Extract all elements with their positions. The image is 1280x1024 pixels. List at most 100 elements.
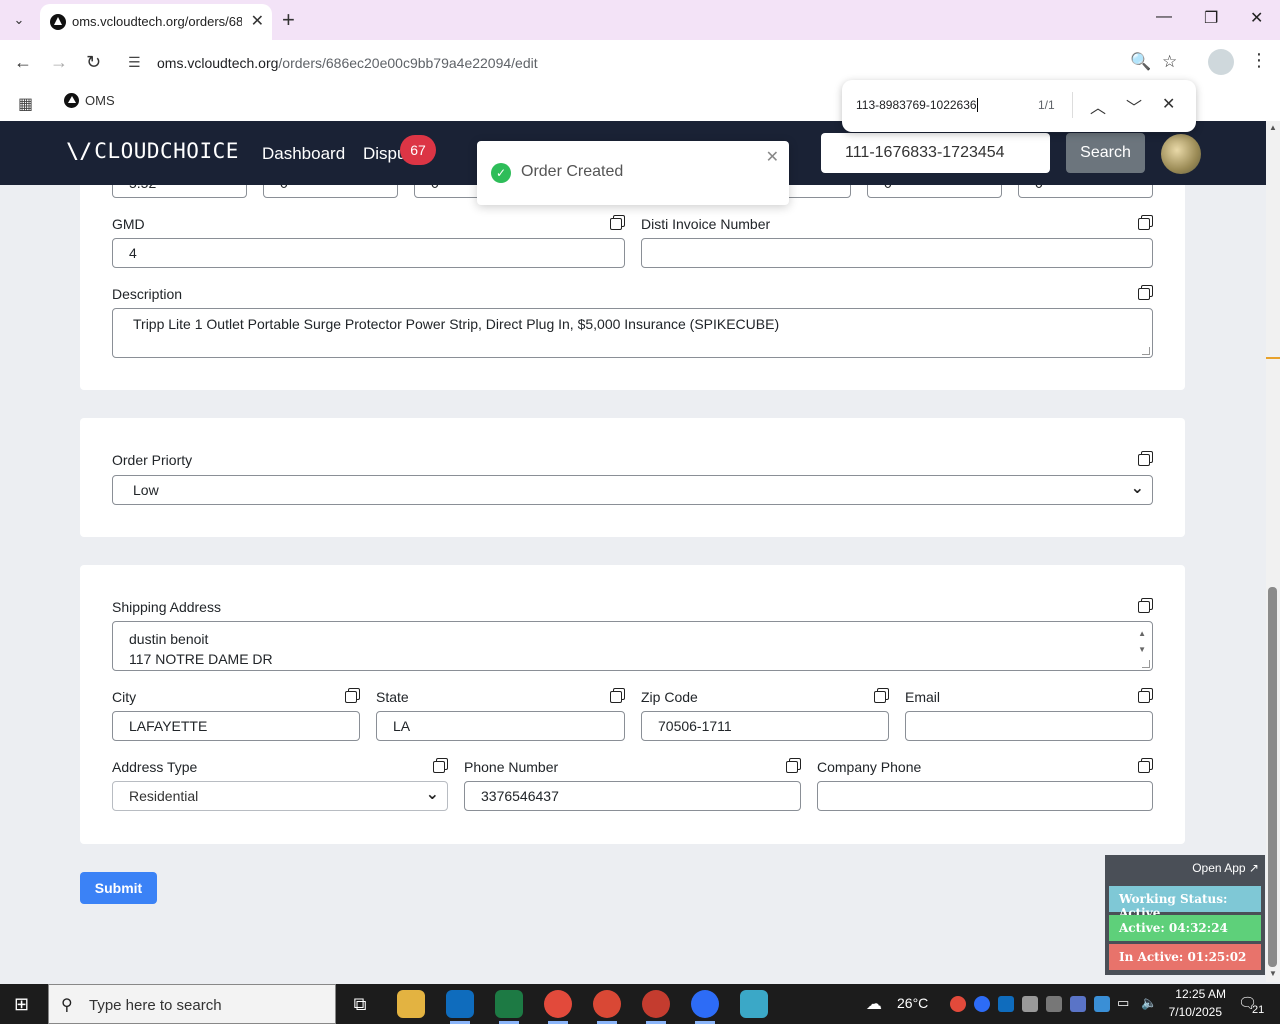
header-search-button[interactable]: Search [1066,133,1145,173]
description-label: Description [112,286,183,302]
clock-time[interactable]: 12:25 AM [1170,987,1226,1001]
copy-company-phone-icon[interactable] [1138,758,1153,773]
oms-favicon-icon [50,14,66,30]
site-info-icon[interactable]: ☰ [128,54,141,71]
find-input[interactable]: 113-8983769-1022636 [856,98,978,112]
windows-taskbar: ⊞ ⚲ Type here to search ⧉ ☁ 26°C ▭ 🔈 12:… [0,984,1280,1024]
back-arrow-icon[interactable]: ← [14,52,32,73]
weather-icon[interactable]: ☁ [866,994,882,1014]
description-textarea[interactable]: Tripp Lite 1 Outlet Portable Surge Prote… [112,308,1153,358]
outlook-icon[interactable] [446,990,474,1024]
find-count: 1/1 [1038,98,1055,112]
city-label: City [112,689,137,705]
user-avatar[interactable] [1161,134,1201,174]
tray-outlook-icon[interactable] [998,996,1014,1012]
inactive-time-row: In Active: 01:25:02 [1109,944,1261,970]
wifi-icon[interactable]: ▭ [1117,995,1129,1011]
volume-icon[interactable]: 🔈 [1141,995,1157,1011]
header-search-input[interactable]: 111-1676833-1723454 [821,133,1050,173]
address-type-select[interactable]: Residential [112,781,448,811]
disti-invoice-input[interactable] [641,238,1153,268]
city-input[interactable]: LAFAYETTE [112,711,360,741]
open-app-link[interactable]: Open App ↗ [1192,861,1259,875]
company-phone-label: Company Phone [817,759,922,775]
bookmark-oms[interactable]: OMS [64,93,115,108]
copy-state-icon[interactable] [610,688,625,703]
clock-date[interactable]: 7/10/2025 [1162,1005,1222,1019]
copy-email-icon[interactable] [1138,688,1153,703]
company-phone-input[interactable] [817,781,1153,811]
restore-icon[interactable]: ❐ [1204,8,1218,28]
oms-bookmark-icon [64,93,79,108]
weather-temperature[interactable]: 26°C [897,995,928,1011]
new-tab-button[interactable]: + [282,7,295,33]
scrollbar-thumb[interactable] [1268,587,1277,967]
scroll-up-icon[interactable]: ▲ [1269,123,1277,132]
find-divider [1072,92,1073,118]
copy-disti-invoice-icon[interactable] [1138,215,1153,230]
copy-zip-code-icon[interactable] [874,688,889,703]
find-next-chevron-down-icon[interactable]: ﹀ [1126,94,1142,118]
scroll-down-icon[interactable]: ▼ [1269,969,1277,978]
chrome-profile-1-icon[interactable] [544,990,572,1024]
find-in-page-icon[interactable]: 🔍 [1130,52,1151,72]
copy-shipping-address-icon[interactable] [1138,598,1153,613]
copy-description-icon[interactable] [1138,285,1153,300]
phone-number-input[interactable]: 3376546437 [464,781,801,811]
omnibox[interactable]: ☰ oms.vcloudtech.org/orders/686ec20e00c9… [120,46,1196,80]
tray-chrome-icon[interactable] [950,996,966,1012]
windows-start-icon[interactable]: ⊞ [14,994,29,1015]
url-text[interactable]: oms.vcloudtech.org/orders/686ec20e00c9bb… [157,55,538,71]
gmd-input[interactable]: 4 [112,238,625,268]
copy-order-priority-icon[interactable] [1138,451,1153,466]
forward-arrow-icon[interactable]: → [50,52,68,73]
shipping-address-textarea[interactable]: dustin benoit 117 NOTRE DAME DR ▲ ▼ [112,621,1153,671]
bookmark-star-icon[interactable]: ☆ [1162,52,1177,72]
apps-grid-icon[interactable]: ▦ [18,94,33,114]
browser-tab-active[interactable]: oms.vcloudtech.org/orders/686 ✕ [40,4,272,40]
gmd-label: GMD [112,216,145,232]
copy-phone-number-icon[interactable] [786,758,801,773]
app-diamond-icon[interactable] [740,990,768,1018]
resize-grip-icon[interactable] [1142,660,1150,668]
email-input[interactable] [905,711,1153,741]
resize-grip-icon[interactable] [1142,347,1150,355]
tab-close-icon[interactable]: ✕ [251,11,264,31]
excel-icon[interactable] [495,990,523,1024]
toast-close-icon[interactable]: ✕ [766,147,779,167]
browser-menu-icon[interactable]: ⋮ [1250,50,1268,71]
chrome-profile-2-icon[interactable] [593,990,621,1024]
minimize-icon[interactable]: — [1156,8,1172,26]
tray-app-icon[interactable] [1022,996,1038,1012]
success-check-icon: ✓ [491,163,511,183]
state-input[interactable]: LA [376,711,625,741]
copy-address-type-icon[interactable] [433,758,448,773]
tab-search-chevron-icon[interactable]: ⌄ [6,8,32,32]
tray-zoom-icon[interactable] [974,996,990,1012]
tray-app-2-icon[interactable] [1094,996,1110,1012]
nav-dashboard[interactable]: Dashboard [262,144,345,164]
shipping-address-label: Shipping Address [112,599,221,615]
tray-network-icon[interactable] [1046,996,1062,1012]
copy-city-icon[interactable] [345,688,360,703]
order-priority-select[interactable]: Low [112,475,1153,505]
page-scrollbar[interactable]: ▲ ▼ [1266,121,1280,982]
window-close-icon[interactable]: ✕ [1250,8,1263,28]
task-view-icon[interactable]: ⧉ [346,990,374,1018]
reload-icon[interactable]: ↻ [86,52,101,73]
taskbar-search-box[interactable]: ⚲ Type here to search [48,984,336,1024]
find-close-icon[interactable]: ✕ [1162,94,1175,114]
tray-vpn-icon[interactable] [1070,996,1086,1012]
zoom-icon[interactable] [691,990,719,1024]
file-explorer-icon[interactable] [397,990,425,1018]
zip-code-input[interactable]: 70506-1711 [641,711,889,741]
cloudchoice-logo[interactable]: \/CLOUDCHOICE [66,139,239,163]
find-previous-chevron-up-icon[interactable]: ︿ [1090,94,1106,118]
submit-button[interactable]: Submit [80,872,157,904]
copy-gmd-icon[interactable] [610,215,625,230]
address-line-1: dustin benoit [129,631,209,647]
order-priority-card: Order Priorty Low [80,418,1185,537]
chrome-profile-3-icon[interactable] [642,990,670,1024]
profile-icon[interactable] [1208,49,1234,75]
textarea-scroll-down-icon[interactable]: ▼ [1138,640,1146,660]
